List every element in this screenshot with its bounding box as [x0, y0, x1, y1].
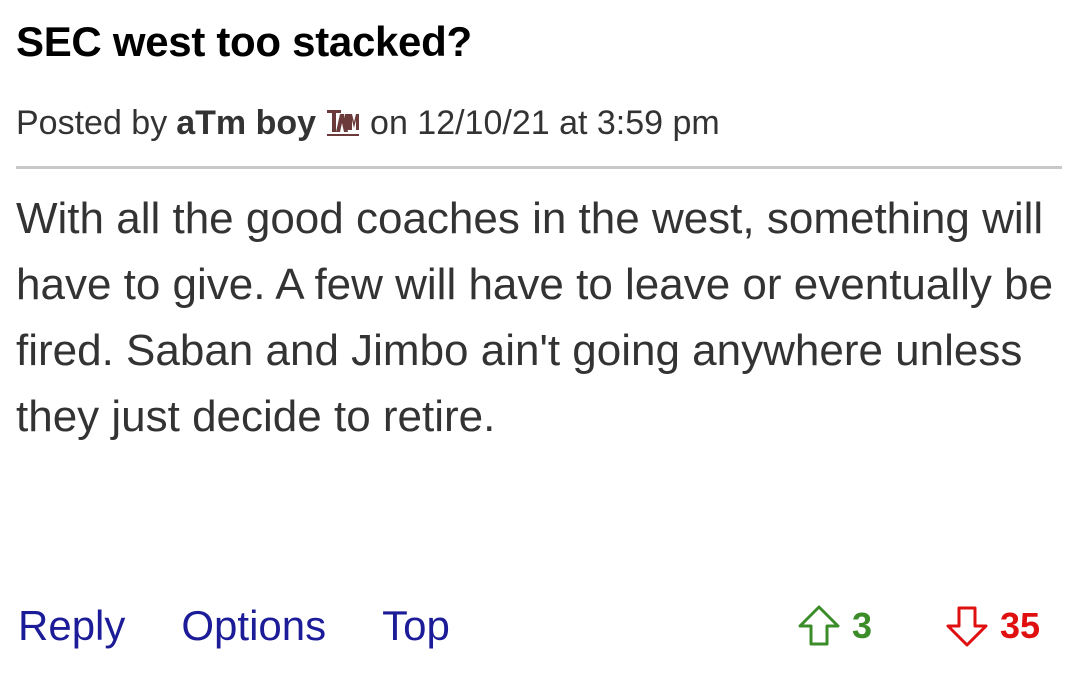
- options-link[interactable]: Options: [181, 602, 326, 650]
- post-title: SEC west too stacked?: [16, 18, 472, 65]
- thumbs-down-arrow-icon: [946, 606, 988, 647]
- texas-am-logo-icon: [326, 108, 360, 140]
- post-actions: Reply Options Top: [18, 602, 450, 650]
- downvote-button[interactable]: 35: [944, 604, 1040, 648]
- author-name[interactable]: aTm boy: [176, 104, 316, 143]
- posted-by-label: Posted by: [16, 104, 168, 142]
- top-link[interactable]: Top: [382, 602, 450, 650]
- post-meta: Posted by aTm boy on 12/10/21 at 3:59 pm: [16, 104, 720, 143]
- divider: [16, 166, 1062, 169]
- downvote-count: 35: [1000, 605, 1041, 646]
- upvote-count: 3: [852, 605, 873, 646]
- post-timestamp: on 12/10/21 at 3:59 pm: [370, 104, 720, 142]
- post-body: With all the good coaches in the west, s…: [16, 194, 1054, 441]
- thumbs-up-arrow-icon: [798, 605, 840, 646]
- reply-link[interactable]: Reply: [18, 602, 125, 650]
- upvote-button[interactable]: 3: [796, 604, 872, 648]
